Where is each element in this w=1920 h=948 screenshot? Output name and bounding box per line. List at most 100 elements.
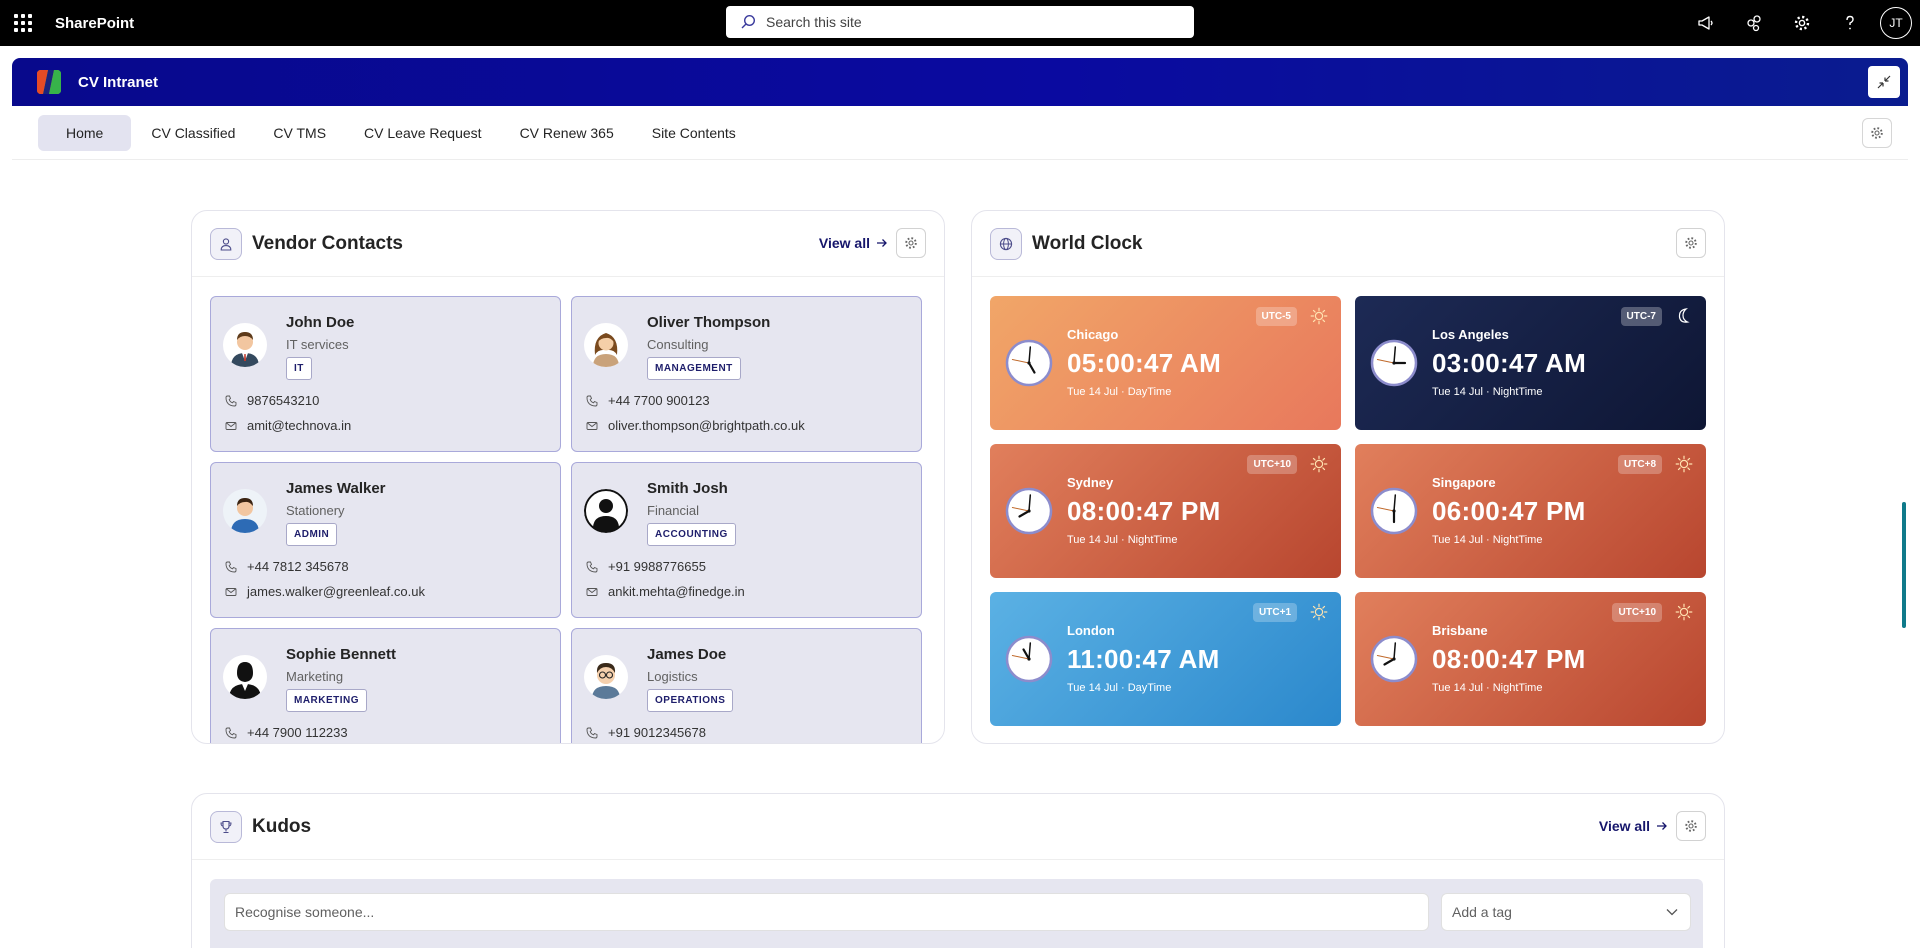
nav-cv-tms[interactable]: CV TMS xyxy=(255,115,344,151)
vendor-contact-card[interactable]: Sophie Bennett Marketing MARKETING +44 7… xyxy=(210,628,561,743)
contact-department: Logistics xyxy=(647,669,698,684)
vendor-contact-card[interactable]: Oliver Thompson Consulting MANAGEMENT +4… xyxy=(571,296,922,452)
contact-tag-badge: ACCOUNTING xyxy=(647,523,736,546)
gear-icon xyxy=(1685,237,1697,249)
contact-name: James Walker xyxy=(286,480,386,497)
site-header: CV Intranet xyxy=(12,58,1908,106)
nav-cv-classified[interactable]: CV Classified xyxy=(133,115,253,151)
globe-icon xyxy=(990,227,1022,260)
world-clock-header: World Clock xyxy=(972,211,1724,277)
add-tag-dropdown[interactable]: Add a tag xyxy=(1441,893,1691,931)
search-input[interactable]: Search this site xyxy=(766,14,862,30)
contact-tag-badge: OPERATIONS xyxy=(647,689,734,712)
man-glasses-avatar-icon xyxy=(584,655,628,699)
silhouette-avatar-icon xyxy=(584,489,628,533)
contact-phone[interactable]: +91 9988776655 xyxy=(586,559,706,574)
sun-icon xyxy=(1310,307,1328,325)
gear-icon xyxy=(1794,15,1810,31)
phone-icon xyxy=(586,727,598,738)
collapse-header-button[interactable] xyxy=(1868,66,1900,98)
contact-tag-badge: IT xyxy=(286,357,312,380)
city-clock-card[interactable]: Sydney 08:00:47 PM Tue 14 Jul · NightTime U… xyxy=(990,444,1341,578)
contact-email[interactable]: oliver.thompson@brightpath.co.uk xyxy=(586,418,805,433)
city-time: 08:00:47 PM xyxy=(1432,644,1586,674)
vendor-contacts-grid: John Doe IT services IT 9876543210 amit@… xyxy=(210,296,922,743)
scrollbar-thumb[interactable] xyxy=(1902,502,1906,628)
world-clock-settings-button[interactable] xyxy=(1676,228,1706,258)
contact-phone[interactable]: +44 7812 345678 xyxy=(225,559,349,574)
vendor-contact-card[interactable]: John Doe IT services IT 9876543210 amit@… xyxy=(210,296,561,452)
sun-icon xyxy=(1675,603,1693,621)
megaphone-button[interactable] xyxy=(1682,0,1730,46)
vendor-settings-button[interactable] xyxy=(896,228,926,258)
vendor-contact-card[interactable]: Smith Josh Financial ACCOUNTING +91 9988… xyxy=(571,462,922,618)
city-time: 05:00:47 AM xyxy=(1067,348,1222,378)
kudos-title: Kudos xyxy=(252,815,312,837)
city-clock-card[interactable]: Singapore 06:00:47 PM Tue 14 Jul · NightTi… xyxy=(1355,444,1706,578)
phone-icon xyxy=(586,561,598,572)
chevron-down-icon xyxy=(1666,909,1678,916)
utc-offset-badge: UTC+10 xyxy=(1612,603,1662,622)
contact-phone[interactable]: 9876543210 xyxy=(225,393,319,408)
search-box[interactable]: Search this site xyxy=(726,6,1194,38)
nav-settings-button[interactable] xyxy=(1862,118,1892,148)
utc-offset-badge: UTC+1 xyxy=(1253,603,1297,622)
mail-icon xyxy=(586,421,598,430)
gear-icon xyxy=(1871,127,1883,139)
silhouette-suit-avatar-icon xyxy=(223,655,267,699)
nav-cv-leave-request[interactable]: CV Leave Request xyxy=(346,115,500,151)
vendor-contact-card[interactable]: James Doe Logistics OPERATIONS +91 90123… xyxy=(571,628,922,743)
analog-clock-icon xyxy=(1005,339,1053,387)
contact-email[interactable]: amit@technova.in xyxy=(225,418,351,433)
settings-button[interactable] xyxy=(1778,0,1826,46)
contact-email[interactable]: james.walker@greenleaf.co.uk xyxy=(225,584,425,599)
kudos-header: Kudos View all xyxy=(192,794,1724,860)
phone-icon xyxy=(586,395,598,406)
city-date: Tue 14 Jul · NightTime xyxy=(1432,386,1543,398)
city-date: Tue 14 Jul · DayTime xyxy=(1067,386,1172,398)
vendor-contacts-card: Vendor Contacts View all John Doe IT ser… xyxy=(191,210,945,744)
help-button[interactable] xyxy=(1826,0,1874,46)
contact-phone-text: +44 7700 900123 xyxy=(608,393,710,408)
suite-title[interactable]: SharePoint xyxy=(55,15,134,32)
city-clock-card[interactable]: Los Angeles 03:00:47 AM Tue 14 Jul · Night… xyxy=(1355,296,1706,430)
world-clock-title: World Clock xyxy=(1032,232,1143,254)
contact-phone[interactable]: +91 9012345678 xyxy=(586,725,706,740)
trophy-icon xyxy=(210,810,242,843)
recognise-input[interactable]: Recognise someone... xyxy=(224,893,1429,931)
contact-name: James Doe xyxy=(647,646,727,663)
contact-department: Consulting xyxy=(647,337,709,352)
kudos-view-all-link[interactable]: View all xyxy=(1599,818,1668,834)
gear-icon xyxy=(1685,820,1697,832)
contact-department: Marketing xyxy=(286,669,344,684)
contact-phone[interactable]: +44 7900 112233 xyxy=(225,725,348,740)
phone-icon xyxy=(225,395,237,406)
app-launcher-button[interactable] xyxy=(0,0,46,46)
analog-clock-icon xyxy=(1370,635,1418,683)
contact-department: IT services xyxy=(286,337,349,352)
site-title[interactable]: CV Intranet xyxy=(78,74,158,91)
utc-offset-badge: UTC+10 xyxy=(1247,455,1297,474)
city-clock-card[interactable]: London 11:00:47 AM Tue 14 Jul · DayTime UTC… xyxy=(990,592,1341,726)
kudos-settings-button[interactable] xyxy=(1676,811,1706,841)
city-clock-card[interactable]: Chicago 05:00:47 AM Tue 14 Jul · DayTime UT… xyxy=(990,296,1341,430)
mail-icon xyxy=(225,421,237,430)
view-all-label: View all xyxy=(1598,818,1650,834)
contact-email[interactable]: ankit.mehta@finedge.in xyxy=(586,584,745,599)
contact-email-text: ankit.mehta@finedge.in xyxy=(608,584,745,599)
city-clock-card[interactable]: Brisbane 08:00:47 PM Tue 14 Jul · NightTim… xyxy=(1355,592,1706,726)
suite-bar: SharePoint Search this site JT xyxy=(0,0,1920,46)
sharepoint-switch-button[interactable] xyxy=(1730,0,1778,46)
contact-email-text: james.walker@greenleaf.co.uk xyxy=(247,584,425,599)
vendor-view-all-link[interactable]: View all xyxy=(819,235,888,251)
contact-phone[interactable]: +44 7700 900123 xyxy=(586,393,710,408)
nav-home[interactable]: Home xyxy=(38,114,132,151)
contact-phone-text: +44 7812 345678 xyxy=(247,559,349,574)
vendor-contact-card[interactable]: James Walker Stationery ADMIN +44 7812 3… xyxy=(210,462,561,618)
phone-icon xyxy=(225,727,237,738)
nav-cv-renew-365[interactable]: CV Renew 365 xyxy=(502,115,632,151)
nav-site-contents[interactable]: Site Contents xyxy=(634,115,754,151)
man-blue-avatar-icon xyxy=(223,489,267,533)
analog-clock-icon xyxy=(1370,487,1418,535)
user-avatar[interactable]: JT xyxy=(1880,7,1912,39)
